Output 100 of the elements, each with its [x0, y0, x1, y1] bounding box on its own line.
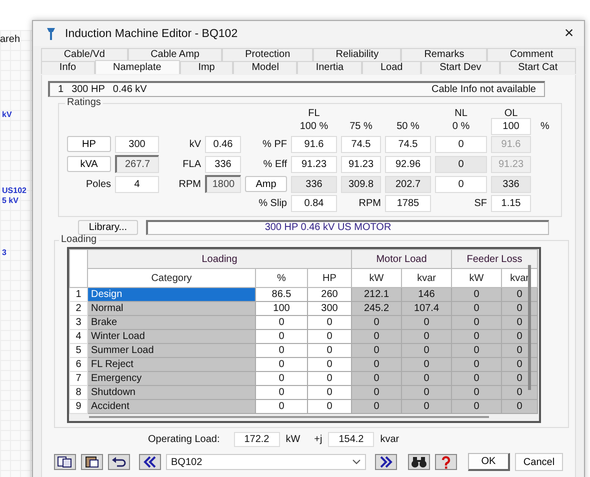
copy-button[interactable] [54, 454, 76, 470]
input-field[interactable]: 91.23 [291, 156, 337, 172]
element-dropdown[interactable]: BQ102 [166, 454, 366, 470]
double-left-icon [143, 456, 157, 468]
ok-button[interactable]: OK [468, 453, 510, 471]
category-cell[interactable]: Shutdown [88, 386, 256, 400]
table-cell: 0 [452, 344, 502, 358]
tab[interactable]: Reliability [312, 48, 402, 61]
table-cell: 0 [452, 358, 502, 372]
unit-button[interactable]: HP [67, 136, 111, 152]
tab[interactable]: Model [233, 61, 298, 74]
readonly-field: 0 [435, 156, 487, 172]
tab[interactable]: Imp [180, 61, 234, 74]
table-cell: 0 [452, 330, 502, 344]
input-field[interactable]: 300 [115, 136, 159, 152]
previous-button[interactable] [139, 454, 161, 470]
table-cell: 0 [352, 358, 402, 372]
background-text: 5 kV [2, 196, 18, 205]
help-button[interactable] [435, 454, 457, 470]
library-description: 300 HP 0.46 kV US MOTOR [146, 220, 549, 235]
input-field[interactable]: 336 [205, 156, 241, 172]
readonly-field: 267.7 [115, 155, 159, 173]
window-title: Induction Machine Editor - BQ102 [65, 28, 238, 40]
table-cell: 0 [308, 316, 352, 330]
input-field[interactable]: 91.23 [341, 156, 381, 172]
column-group-header: Loading [88, 250, 352, 268]
input-field[interactable]: 4 [115, 176, 159, 192]
category-cell[interactable]: Design [88, 288, 256, 302]
undo-button[interactable] [108, 454, 130, 470]
tab[interactable]: Info [41, 61, 95, 74]
library-button[interactable]: Library... [78, 220, 138, 235]
tab[interactable]: Cable Amp [128, 48, 222, 61]
table-cell: 0 [256, 400, 308, 414]
input-field[interactable]: 1.15 [491, 195, 531, 212]
tab[interactable]: Nameplate [94, 60, 180, 74]
category-cell[interactable]: Accident [88, 400, 256, 414]
row-number: 9 [70, 400, 88, 414]
table-cell: 0 [308, 400, 352, 414]
table-cell: 0 [256, 330, 308, 344]
column-header: HP [308, 268, 352, 288]
element-id: 1 [58, 84, 64, 95]
tab[interactable]: Remarks [401, 48, 488, 61]
paste-button[interactable] [81, 454, 103, 470]
background-text: areh [0, 34, 20, 45]
table-cell: 0 [452, 400, 502, 414]
close-button[interactable]: × [554, 22, 584, 46]
table-cell: 0 [402, 358, 452, 372]
column-group-header: Feeder Loss [452, 250, 538, 268]
tab[interactable]: Protection [222, 48, 313, 61]
category-cell[interactable]: FL Reject [88, 358, 256, 372]
cable-info-text: Cable Info not available [431, 84, 536, 95]
category-cell[interactable]: Emergency [88, 372, 256, 386]
kw-field: 172.2 [234, 432, 280, 447]
input-field[interactable]: 74.5 [385, 136, 431, 152]
tab[interactable]: Start Dev [421, 61, 500, 74]
table-cell: 212.1 [352, 288, 402, 302]
tab[interactable]: Inertia [297, 61, 362, 74]
undo-icon [111, 456, 127, 468]
input-field[interactable]: 0 [435, 176, 487, 192]
scrollbar[interactable] [89, 416, 489, 418]
table-cell: 0 [308, 344, 352, 358]
input-field[interactable]: 91.6 [291, 136, 337, 152]
clipboard-icon [84, 456, 100, 468]
scrollbar[interactable] [528, 265, 531, 390]
tab[interactable]: Load [362, 61, 422, 74]
find-button[interactable] [408, 454, 430, 470]
next-button[interactable] [375, 454, 397, 470]
tab[interactable]: Comment [487, 48, 576, 61]
field-label: % PF [262, 138, 287, 150]
input-field[interactable]: 0 [435, 136, 487, 152]
table-cell: 260 [308, 288, 352, 302]
table-cell: 0 [352, 316, 402, 330]
row-number: 4 [70, 330, 88, 344]
category-cell[interactable]: Winter Load [88, 330, 256, 344]
field-label: 0 % [451, 121, 471, 132]
tab[interactable]: Cable/Vd [41, 48, 128, 61]
background-text: 3 [2, 248, 6, 257]
unit-button[interactable]: kVA [67, 156, 111, 172]
category-cell[interactable]: Brake [88, 316, 256, 330]
category-cell[interactable]: Summer Load [88, 344, 256, 358]
input-field[interactable]: 100 [491, 118, 531, 135]
input-field[interactable]: 0.46 [205, 136, 241, 152]
table-cell: 0 [452, 288, 502, 302]
column-header: kW [452, 268, 502, 288]
field-label: % [540, 121, 550, 132]
table-cell: 0 [402, 330, 452, 344]
unit-button[interactable]: Amp [245, 176, 287, 192]
table-cell: 0 [352, 372, 402, 386]
category-cell[interactable]: Normal [88, 302, 256, 316]
input-field[interactable]: 92.96 [385, 156, 431, 172]
tab[interactable]: Start Cat [500, 61, 576, 74]
table-cell: 0 [256, 372, 308, 386]
input-field[interactable]: 0.84 [291, 195, 337, 212]
row-number: 6 [70, 358, 88, 372]
table-cell: 245.2 [352, 302, 402, 316]
row-number: 2 [70, 302, 88, 316]
cancel-button[interactable]: Cancel [515, 453, 563, 471]
input-field[interactable]: 74.5 [341, 136, 381, 152]
readonly-field: 1800 [205, 175, 241, 193]
input-field[interactable]: 1785 [385, 195, 431, 212]
